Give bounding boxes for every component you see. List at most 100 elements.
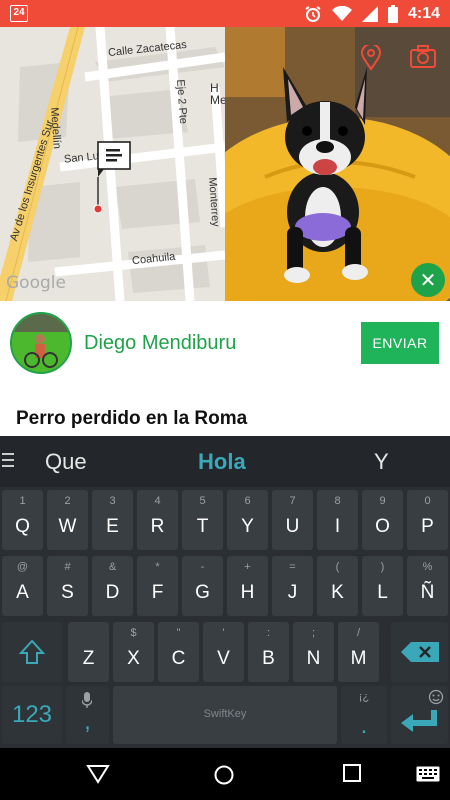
key-q[interactable]: 1Q xyxy=(2,490,43,550)
app-notification-icon: 24 xyxy=(10,5,28,22)
key-label: W xyxy=(58,516,77,537)
key-s[interactable]: # S xyxy=(47,556,88,616)
space-key[interactable]: SwiftKey xyxy=(113,686,337,744)
close-icon[interactable]: ✕ xyxy=(411,263,445,297)
key-secondary-label: - xyxy=(200,561,205,573)
shift-key[interactable] xyxy=(2,622,62,682)
send-button[interactable]: ENVIAR xyxy=(361,322,439,364)
clock: 4:14 xyxy=(407,4,440,22)
key-secondary-label: ) xyxy=(380,561,385,573)
key-j[interactable]: = J xyxy=(272,556,313,616)
key-label: H xyxy=(240,582,255,603)
key-p[interactable]: 0P xyxy=(407,490,448,550)
shift-icon xyxy=(18,639,46,664)
key-label: Ñ xyxy=(420,582,435,603)
key-secondary-label: / xyxy=(356,627,361,639)
key-secondary-label: ; xyxy=(311,627,316,639)
key-x[interactable]: $ X xyxy=(113,622,154,682)
swiftkey-logo: SwiftKey xyxy=(203,708,247,720)
key-r[interactable]: 4R xyxy=(137,490,178,550)
suggestion-left[interactable]: Que xyxy=(45,449,87,475)
key-label: I xyxy=(334,516,341,537)
backspace-key[interactable] xyxy=(391,622,448,682)
enter-key[interactable] xyxy=(391,686,448,744)
navigation-bar xyxy=(0,748,450,800)
key-y[interactable]: 6Y xyxy=(227,490,268,550)
key-secondary-label: 4 xyxy=(154,495,161,507)
key-z[interactable]: Z xyxy=(68,622,109,682)
key-c[interactable]: " C xyxy=(158,622,199,682)
numbers-key[interactable]: 123 xyxy=(2,686,62,744)
location-pin-icon[interactable] xyxy=(360,45,382,71)
key-l[interactable]: ) L xyxy=(362,556,403,616)
key-n[interactable]: ; N xyxy=(293,622,334,682)
key-secondary-label: 5 xyxy=(199,495,206,507)
home-icon[interactable] xyxy=(213,764,235,786)
key-d[interactable]: & D xyxy=(92,556,133,616)
key-u[interactable]: 7U xyxy=(272,490,313,550)
signal-icon xyxy=(361,5,378,22)
key-label: J xyxy=(287,582,298,603)
recents-icon[interactable] xyxy=(343,764,361,782)
comma-key[interactable]: , xyxy=(66,686,109,744)
key-label: Q xyxy=(15,516,30,537)
key-secondary-label: " xyxy=(176,627,181,639)
alarm-icon xyxy=(305,5,321,22)
key-g[interactable]: -G xyxy=(182,556,223,616)
key-o[interactable]: 9O xyxy=(362,490,403,550)
suggestion-right[interactable]: Y xyxy=(374,449,389,475)
menu-icon[interactable] xyxy=(2,453,14,471)
back-icon[interactable] xyxy=(86,764,110,784)
google-attribution: Google xyxy=(6,273,66,293)
key-t[interactable]: 5T xyxy=(182,490,223,550)
key-label: Y xyxy=(241,516,254,537)
keyboard-switch-icon[interactable] xyxy=(416,766,440,782)
key-secondary-label: 9 xyxy=(379,495,386,507)
key-secondary-label: # xyxy=(64,561,71,573)
status-bar: 24 4:14 xyxy=(0,0,450,27)
key-f[interactable]: * F xyxy=(137,556,178,616)
key-label: F xyxy=(151,582,164,603)
key-label: R xyxy=(150,516,165,537)
key-secondary-label: ( xyxy=(335,561,340,573)
key-a[interactable]: @ A xyxy=(2,556,43,616)
key-label: U xyxy=(285,516,300,537)
key-e[interactable]: 3E xyxy=(92,490,133,550)
user-name: Diego Mendiburu xyxy=(84,332,237,354)
avatar xyxy=(10,312,72,374)
key-h[interactable]: + H xyxy=(227,556,268,616)
key-secondary-label: & xyxy=(108,561,117,573)
key-secondary-label: 0 xyxy=(424,495,431,507)
place-label: H Me xyxy=(210,81,225,107)
key-label: V xyxy=(217,648,230,669)
post-title-input[interactable]: Perro perdido en la Roma xyxy=(16,408,247,430)
battery-icon xyxy=(387,4,398,23)
key-label: S xyxy=(61,582,74,603)
key-b[interactable]: :B xyxy=(248,622,289,682)
camera-icon[interactable] xyxy=(409,45,437,69)
media-row: Calle Zacatecas Medellín Eje 2 Pte Av de… xyxy=(0,27,450,301)
key-m[interactable]: / M xyxy=(338,622,379,682)
key-label: C xyxy=(171,648,186,669)
map-view[interactable]: Calle Zacatecas Medellín Eje 2 Pte Av de… xyxy=(0,27,225,301)
key-secondary-label: 1 xyxy=(19,495,26,507)
suggestion-center[interactable]: Hola xyxy=(198,449,246,475)
key-label: O xyxy=(375,516,390,537)
key-v[interactable]: ' V xyxy=(203,622,244,682)
emoji-icon xyxy=(428,689,444,705)
key-label: K xyxy=(331,582,344,603)
key-ñ[interactable]: % Ñ xyxy=(407,556,448,616)
key-label: P xyxy=(421,516,434,537)
key-secondary-label: = xyxy=(289,561,296,573)
key-label: N xyxy=(306,648,321,669)
period-key[interactable]: ¡¿ . xyxy=(341,686,387,744)
key-w[interactable]: 2W xyxy=(47,490,88,550)
enter-icon xyxy=(401,710,437,732)
key-label: G xyxy=(195,582,210,603)
key-secondary-label: * xyxy=(155,561,160,573)
key-label: L xyxy=(377,582,388,603)
key-i[interactable]: 8I xyxy=(317,490,358,550)
key-label: Z xyxy=(82,648,95,669)
backspace-icon xyxy=(401,642,439,662)
key-k[interactable]: (K xyxy=(317,556,358,616)
